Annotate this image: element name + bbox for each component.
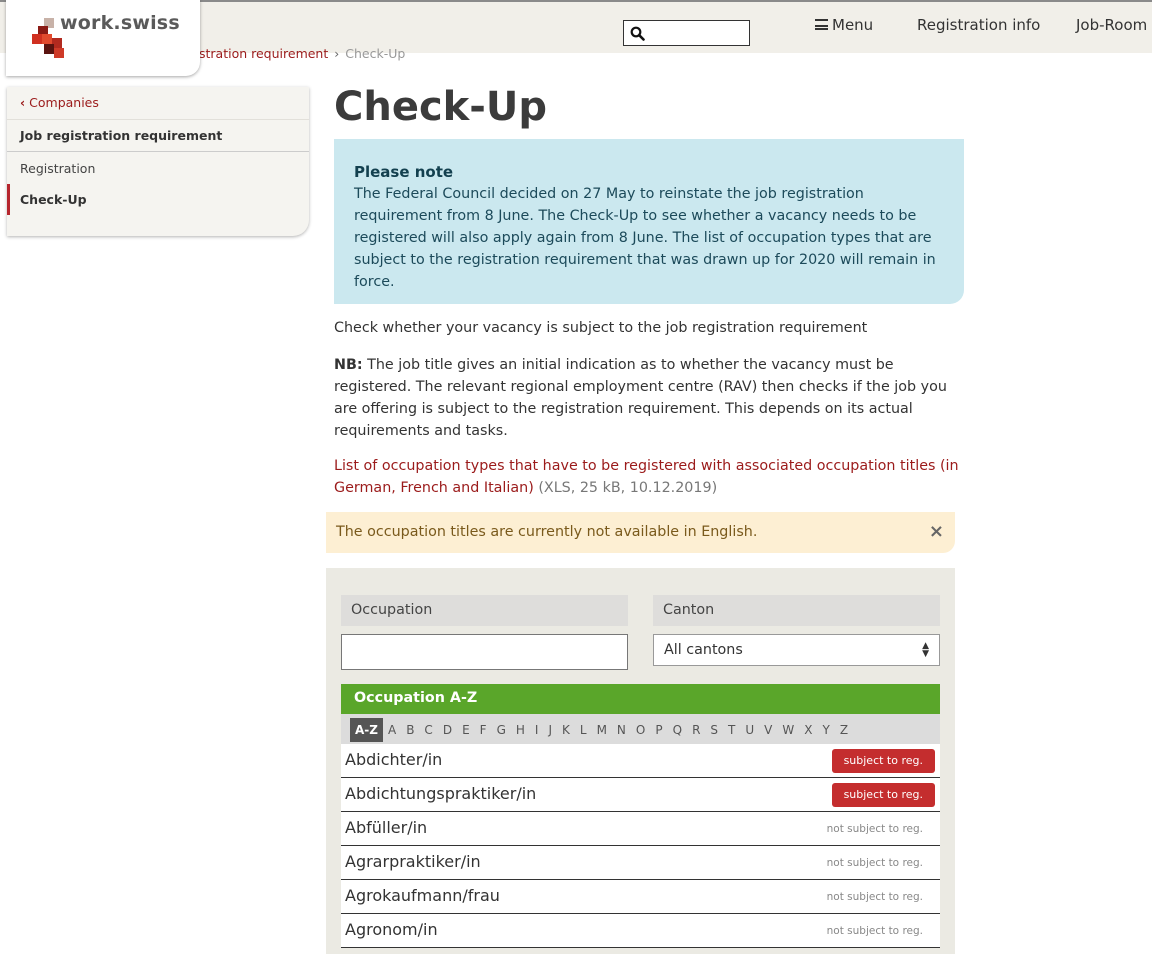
occupation-label: Occupation: [341, 595, 628, 626]
az-letter-s[interactable]: S: [705, 718, 723, 742]
canton-select-value: All cantons: [664, 642, 743, 658]
nav-job-room[interactable]: Job-Room: [1076, 16, 1147, 34]
sidebar-section-title[interactable]: Job registration requirement: [7, 128, 309, 143]
language-alert: The occupation titles are currently not …: [326, 512, 955, 553]
search-icon: [630, 26, 645, 41]
az-letter-v[interactable]: V: [759, 718, 777, 742]
az-letter-l[interactable]: L: [575, 718, 592, 742]
breadcrumb: stration requirement › Check-Up: [199, 46, 405, 61]
canton-label: Canton: [653, 595, 940, 626]
menu-label: Menu: [832, 16, 874, 34]
az-letter-u[interactable]: U: [740, 718, 759, 742]
az-letter-d[interactable]: D: [438, 718, 457, 742]
az-letter-p[interactable]: P: [650, 718, 667, 742]
select-arrows-icon: ▲ ▼: [922, 641, 929, 659]
hamburger-icon: [815, 19, 828, 30]
table-row[interactable]: Agronom/in not subject to reg.: [341, 914, 940, 948]
sidebar: ‹ Companies Job registration requirement…: [7, 87, 309, 236]
az-letter-n[interactable]: N: [612, 718, 631, 742]
az-letter-q[interactable]: Q: [668, 718, 687, 742]
table-row[interactable]: Agrokaufmann/frau not subject to reg.: [341, 880, 940, 914]
az-letter-k[interactable]: K: [557, 718, 575, 742]
intro-text: Check whether your vacancy is subject to…: [334, 320, 868, 336]
az-letter-h[interactable]: H: [511, 718, 530, 742]
menu-button[interactable]: Menu: [815, 16, 873, 34]
breadcrumb-parent[interactable]: stration requirement: [199, 46, 328, 61]
search-input[interactable]: [623, 20, 750, 46]
table-row[interactable]: Abdichtungspraktiker/in subject to reg.: [341, 778, 940, 812]
sidebar-item-registration[interactable]: Registration: [7, 161, 309, 176]
occupation-name: Abdichter/in: [345, 750, 443, 769]
status-badge-subject: subject to reg.: [831, 783, 935, 807]
logo-link[interactable]: work.swiss: [6, 0, 200, 76]
az-letter-j[interactable]: J: [543, 718, 557, 742]
table-row[interactable]: Abfüller/in not subject to reg.: [341, 812, 940, 846]
xls-meta: (XLS, 25 kB, 10.12.2019): [533, 480, 718, 496]
az-letter-a[interactable]: A: [383, 718, 401, 742]
status-label-not-subject: not subject to reg.: [826, 857, 923, 869]
alert-text: The occupation titles are currently not …: [336, 524, 758, 540]
chevron-right-icon: ›: [334, 46, 340, 61]
breadcrumb-current: Check-Up: [345, 46, 406, 61]
status-badge-subject: subject to reg.: [831, 749, 935, 773]
az-letter-o[interactable]: O: [631, 718, 650, 742]
xls-download: List of occupation types that have to be…: [334, 455, 959, 499]
az-letter-bar: A-Z A B C D E F G H I J K L M N O P Q R S T U V W X Y Z: [341, 714, 940, 744]
sidebar-divider: [7, 151, 309, 152]
sidebar-item-check-up[interactable]: Check-Up: [7, 184, 309, 215]
az-letter-b[interactable]: B: [401, 718, 419, 742]
occupation-input[interactable]: [341, 634, 628, 670]
status-label-not-subject: not subject to reg.: [826, 823, 923, 835]
table-row[interactable]: Abdichter/in subject to reg.: [341, 744, 940, 778]
sidebar-back-label: Companies: [29, 95, 99, 110]
az-letter-e[interactable]: E: [457, 718, 475, 742]
az-letter-w[interactable]: W: [777, 718, 799, 742]
az-letter-x[interactable]: X: [799, 718, 817, 742]
logo-text: work.swiss: [60, 12, 180, 34]
az-letter-z[interactable]: Z: [835, 718, 853, 742]
az-letter-c[interactable]: C: [419, 718, 437, 742]
occupation-search-panel: Occupation Canton All cantons ▲ ▼ Occupat…: [326, 568, 955, 954]
sidebar-back-companies[interactable]: ‹ Companies: [7, 95, 309, 110]
status-label-not-subject: not subject to reg.: [826, 925, 923, 937]
occupation-list: Abdichter/in subject to reg. Abdichtungspr…: [341, 744, 940, 948]
az-letter-f[interactable]: F: [475, 718, 492, 742]
az-letter-all[interactable]: A-Z: [350, 718, 383, 742]
nb-label: NB:: [334, 357, 363, 373]
please-note-box: Please note The Federal Council decided …: [334, 139, 964, 304]
sidebar-divider: [7, 119, 309, 120]
az-letter-r[interactable]: R: [687, 718, 705, 742]
close-icon[interactable]: ×: [929, 521, 944, 542]
chevron-left-icon: ‹: [20, 95, 26, 110]
page-title: Check-Up: [334, 84, 547, 130]
az-letter-t[interactable]: T: [723, 718, 740, 742]
nb-paragraph: NB: The job title gives an initial indic…: [334, 354, 959, 442]
occupation-name: Agrarpraktiker/in: [345, 852, 481, 871]
az-letter-i[interactable]: I: [530, 718, 544, 742]
az-header: Occupation A-Z: [341, 684, 940, 714]
table-row[interactable]: Agrarpraktiker/in not subject to reg.: [341, 846, 940, 880]
az-letter-m[interactable]: M: [592, 718, 612, 742]
occupation-name: Abdichtungspraktiker/in: [345, 784, 537, 803]
note-title: Please note: [354, 163, 454, 181]
canton-select[interactable]: All cantons ▲ ▼: [653, 634, 940, 666]
occupation-name: Agrokaufmann/frau: [345, 886, 500, 905]
az-letter-y[interactable]: Y: [818, 718, 835, 742]
az-letter-g[interactable]: G: [492, 718, 511, 742]
occupation-name: Agronom/in: [345, 920, 438, 939]
status-label-not-subject: not subject to reg.: [826, 891, 923, 903]
occupation-name: Abfüller/in: [345, 818, 428, 837]
note-text: The Federal Council decided on 27 May to…: [354, 186, 936, 290]
nb-text: The job title gives an initial indicatio…: [334, 357, 947, 439]
nav-registration-info[interactable]: Registration info: [917, 16, 1040, 34]
